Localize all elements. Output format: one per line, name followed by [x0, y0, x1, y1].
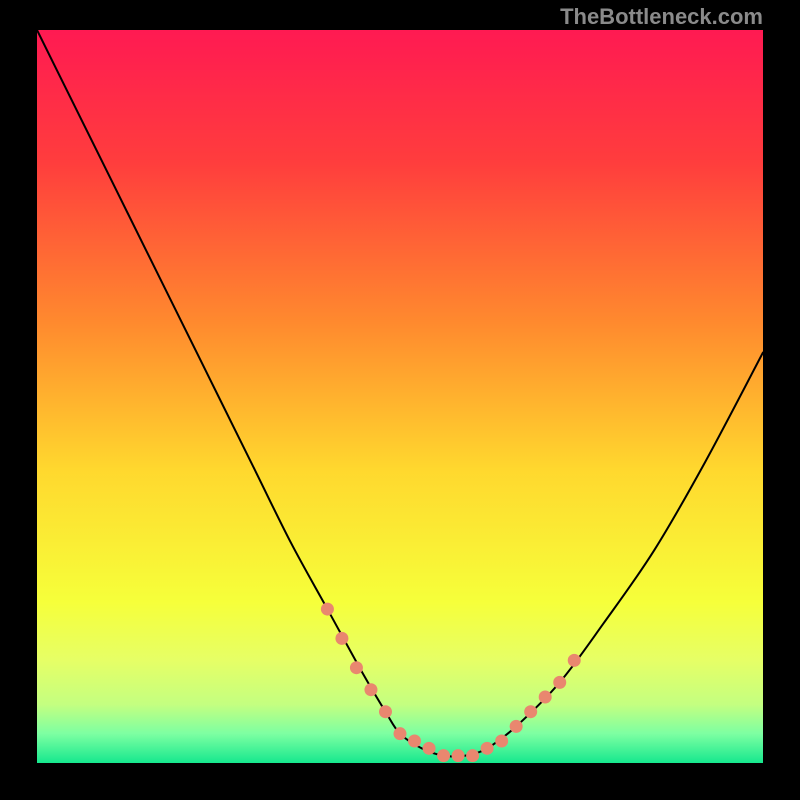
plot-area: [37, 30, 763, 763]
highlight-marker: [437, 749, 450, 762]
highlight-marker: [568, 654, 581, 667]
highlight-marker: [481, 742, 494, 755]
highlight-marker: [350, 661, 363, 674]
highlight-marker: [452, 749, 465, 762]
bottleneck-curve: [37, 30, 763, 757]
highlight-marker: [510, 720, 523, 733]
highlight-marker: [394, 727, 407, 740]
highlight-marker: [335, 632, 348, 645]
highlight-marker: [539, 691, 552, 704]
highlight-marker: [379, 705, 392, 718]
highlight-marker: [524, 705, 537, 718]
highlight-marker: [364, 683, 377, 696]
highlight-marker: [321, 603, 334, 616]
highlight-marker: [466, 749, 479, 762]
highlight-marker: [408, 735, 421, 748]
highlight-marker: [495, 735, 508, 748]
highlight-marker: [423, 742, 436, 755]
curve-layer: [37, 30, 763, 763]
watermark-text: TheBottleneck.com: [560, 4, 763, 30]
highlight-marker: [553, 676, 566, 689]
